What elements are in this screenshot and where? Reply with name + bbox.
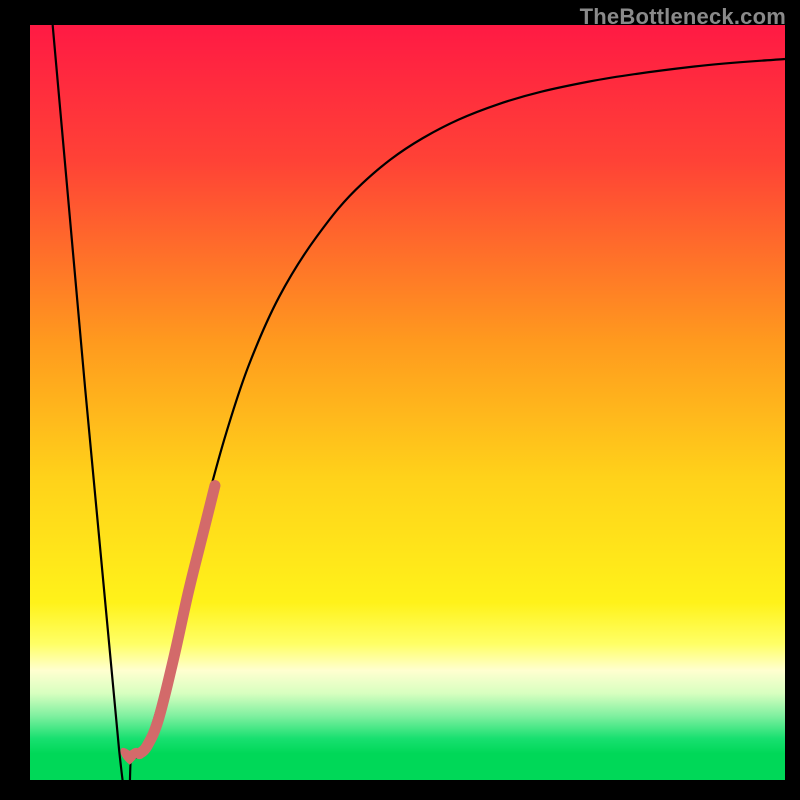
curve-layer (30, 25, 785, 780)
highlight-dot (120, 748, 138, 765)
watermark-text: TheBottleneck.com (580, 4, 786, 30)
chart-frame: TheBottleneck.com (0, 0, 800, 800)
bottleneck-curve (53, 25, 785, 780)
plot-area (30, 25, 785, 780)
highlight-segment (139, 486, 215, 754)
